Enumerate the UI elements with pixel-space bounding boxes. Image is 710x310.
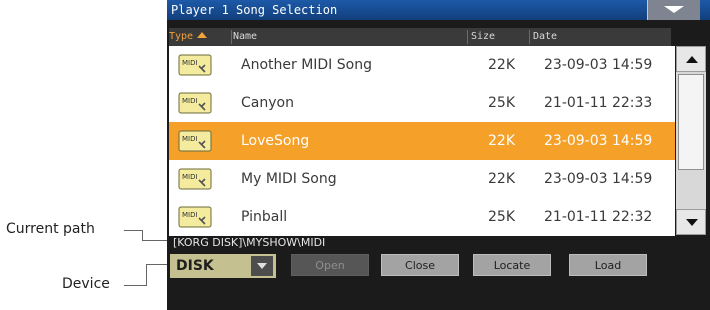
midi-file-icon: MIDI [178, 206, 212, 228]
file-name: Another MIDI Song [241, 57, 372, 73]
title-bar: Player 1 Song Selection [167, 0, 710, 20]
song-selection-panel: Player 1 Song Selection Type Name Size D… [167, 0, 710, 310]
callout-device: Device [62, 276, 110, 292]
scroll-up-button[interactable] [676, 46, 706, 72]
chevron-down-icon [257, 263, 267, 269]
arrow-down-icon [686, 219, 698, 226]
callout-line-path [124, 230, 143, 241]
device-dropdown-button[interactable] [251, 256, 273, 276]
sort-up-icon [197, 32, 208, 38]
column-header-type[interactable]: Type [169, 28, 231, 46]
table-row[interactable]: MIDI Canyon 25K 21-01-11 22:33 [169, 84, 675, 122]
midi-file-icon: MIDI [178, 168, 212, 190]
file-size: 22K [488, 171, 515, 187]
file-date: 21-01-11 22:33 [544, 95, 653, 111]
file-date: 23-09-03 14:59 [544, 57, 653, 73]
chevron-down-icon [664, 6, 684, 13]
table-header: Type Name Size Date [169, 28, 671, 46]
file-name: LoveSong [241, 133, 310, 149]
arrow-up-icon [686, 56, 698, 63]
column-header-size[interactable]: Size [471, 28, 495, 46]
svg-text:MIDI: MIDI [182, 59, 198, 67]
file-date: 21-01-11 22:32 [544, 209, 653, 225]
vertical-scrollbar[interactable] [676, 46, 706, 235]
close-button[interactable]: Close [381, 254, 459, 276]
table-row-selected[interactable]: MIDI LoveSong 22K 23-09-03 14:59 [169, 122, 675, 160]
open-button[interactable]: Open [291, 254, 369, 276]
device-selector[interactable]: DISK [170, 254, 276, 278]
svg-text:MIDI: MIDI [182, 135, 198, 143]
scroll-thumb[interactable] [678, 74, 704, 170]
file-date: 23-09-03 14:59 [544, 171, 653, 187]
current-path: [KORG DISK]\MYSHOW\MIDI [173, 236, 326, 249]
callout-current-path: Current path [6, 221, 95, 237]
file-size: 25K [488, 95, 515, 111]
midi-file-icon: MIDI [178, 92, 212, 114]
page-menu-button[interactable] [647, 0, 700, 20]
file-size: 22K [488, 57, 515, 73]
file-name: Pinball [241, 209, 288, 225]
midi-file-icon: MIDI [178, 54, 212, 76]
column-divider [529, 30, 530, 44]
load-button[interactable]: Load [569, 254, 647, 276]
column-header-name[interactable]: Name [233, 28, 257, 46]
svg-text:MIDI: MIDI [182, 173, 198, 181]
scroll-down-button[interactable] [676, 209, 706, 235]
column-divider [467, 30, 468, 44]
svg-text:MIDI: MIDI [182, 211, 198, 219]
midi-file-icon: MIDI [178, 130, 212, 152]
column-divider [231, 30, 232, 44]
file-name: My MIDI Song [241, 171, 337, 187]
file-name: Canyon [241, 95, 294, 111]
table-row[interactable]: MIDI My MIDI Song 22K 23-09-03 14:59 [169, 160, 675, 198]
file-size: 25K [488, 209, 515, 225]
locate-button[interactable]: Locate [473, 254, 551, 276]
file-size: 22K [488, 133, 515, 149]
device-value: DISK [176, 258, 214, 274]
column-header-date[interactable]: Date [533, 28, 557, 46]
callout-line-device [124, 264, 147, 286]
file-list: MIDI Another MIDI Song 22K 23-09-03 14:5… [169, 46, 675, 236]
table-row[interactable]: MIDI Another MIDI Song 22K 23-09-03 14:5… [169, 46, 675, 84]
svg-text:MIDI: MIDI [182, 97, 198, 105]
table-row[interactable]: MIDI Pinball 25K 21-01-11 22:32 [169, 198, 675, 236]
window-title: Player 1 Song Selection [171, 3, 338, 17]
file-date: 23-09-03 14:59 [544, 133, 653, 149]
